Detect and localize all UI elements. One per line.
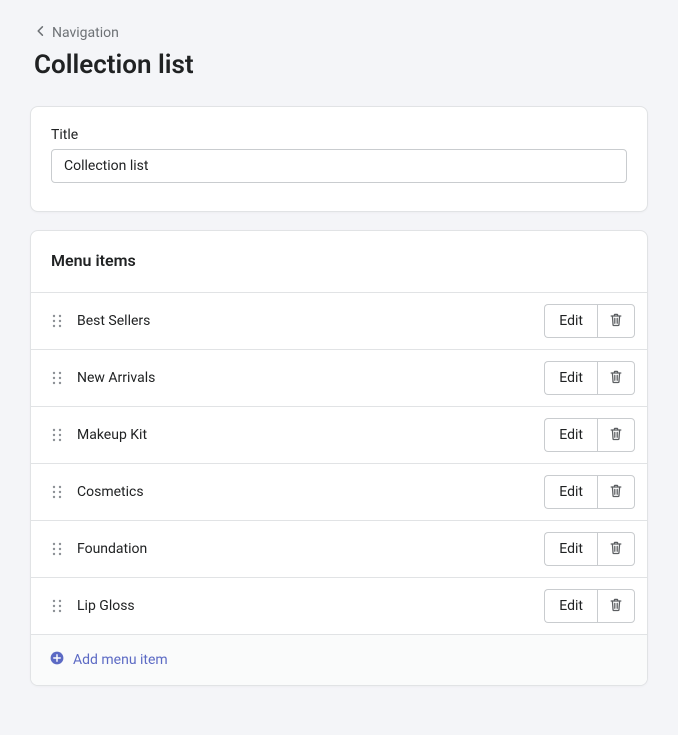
drag-handle-icon[interactable] xyxy=(51,427,63,443)
drag-handle-icon[interactable] xyxy=(51,313,63,329)
plus-circle-icon xyxy=(49,650,65,670)
title-input[interactable] xyxy=(51,149,627,183)
breadcrumb-label: Navigation xyxy=(52,25,119,41)
menu-item-row: Lip Gloss Edit xyxy=(31,578,647,635)
menu-item-label: New Arrivals xyxy=(77,370,530,386)
trash-icon xyxy=(608,540,624,559)
delete-button[interactable] xyxy=(597,418,635,452)
drag-handle-icon[interactable] xyxy=(51,484,63,500)
delete-button[interactable] xyxy=(597,589,635,623)
menu-item-label: Cosmetics xyxy=(77,484,530,500)
menu-item-row: New Arrivals Edit xyxy=(31,350,647,407)
drag-handle-icon[interactable] xyxy=(51,370,63,386)
delete-button[interactable] xyxy=(597,475,635,509)
menu-item-row: Foundation Edit xyxy=(31,521,647,578)
edit-button[interactable]: Edit xyxy=(544,532,597,566)
menu-item-actions: Edit xyxy=(544,361,635,395)
delete-button[interactable] xyxy=(597,532,635,566)
menu-item-row: Cosmetics Edit xyxy=(31,464,647,521)
title-field-label: Title xyxy=(51,127,627,143)
edit-button[interactable]: Edit xyxy=(544,304,597,338)
menu-header: Menu items xyxy=(31,231,647,293)
edit-button[interactable]: Edit xyxy=(544,361,597,395)
menu-item-label: Foundation xyxy=(77,541,530,557)
trash-icon xyxy=(608,312,624,331)
delete-button[interactable] xyxy=(597,361,635,395)
menu-item-actions: Edit xyxy=(544,304,635,338)
menu-item-actions: Edit xyxy=(544,532,635,566)
delete-button[interactable] xyxy=(597,304,635,338)
add-menu-item-label: Add menu item xyxy=(73,652,168,668)
menu-item-actions: Edit xyxy=(544,589,635,623)
drag-handle-icon[interactable] xyxy=(51,598,63,614)
trash-icon xyxy=(608,369,624,388)
edit-button[interactable]: Edit xyxy=(544,418,597,452)
edit-button[interactable]: Edit xyxy=(544,589,597,623)
menu-header-title: Menu items xyxy=(51,251,627,270)
menu-items-card: Menu items Best Sellers Edit New Arrivals… xyxy=(30,230,648,686)
menu-item-label: Best Sellers xyxy=(77,313,530,329)
menu-item-actions: Edit xyxy=(544,418,635,452)
trash-icon xyxy=(608,483,624,502)
page-title: Collection list xyxy=(34,50,648,80)
menu-item-row: Makeup Kit Edit xyxy=(31,407,647,464)
menu-item-label: Lip Gloss xyxy=(77,598,530,614)
menu-item-row: Best Sellers Edit xyxy=(31,293,647,350)
chevron-left-icon xyxy=(34,24,48,42)
trash-icon xyxy=(608,426,624,445)
menu-list: Best Sellers Edit New Arrivals Edit Makeup… xyxy=(31,293,647,635)
title-card: Title xyxy=(30,106,648,212)
menu-item-label: Makeup Kit xyxy=(77,427,530,443)
drag-handle-icon[interactable] xyxy=(51,541,63,557)
edit-button[interactable]: Edit xyxy=(544,475,597,509)
add-menu-item-button[interactable]: Add menu item xyxy=(31,635,647,685)
breadcrumb-back[interactable]: Navigation xyxy=(34,24,648,42)
menu-item-actions: Edit xyxy=(544,475,635,509)
trash-icon xyxy=(608,597,624,616)
